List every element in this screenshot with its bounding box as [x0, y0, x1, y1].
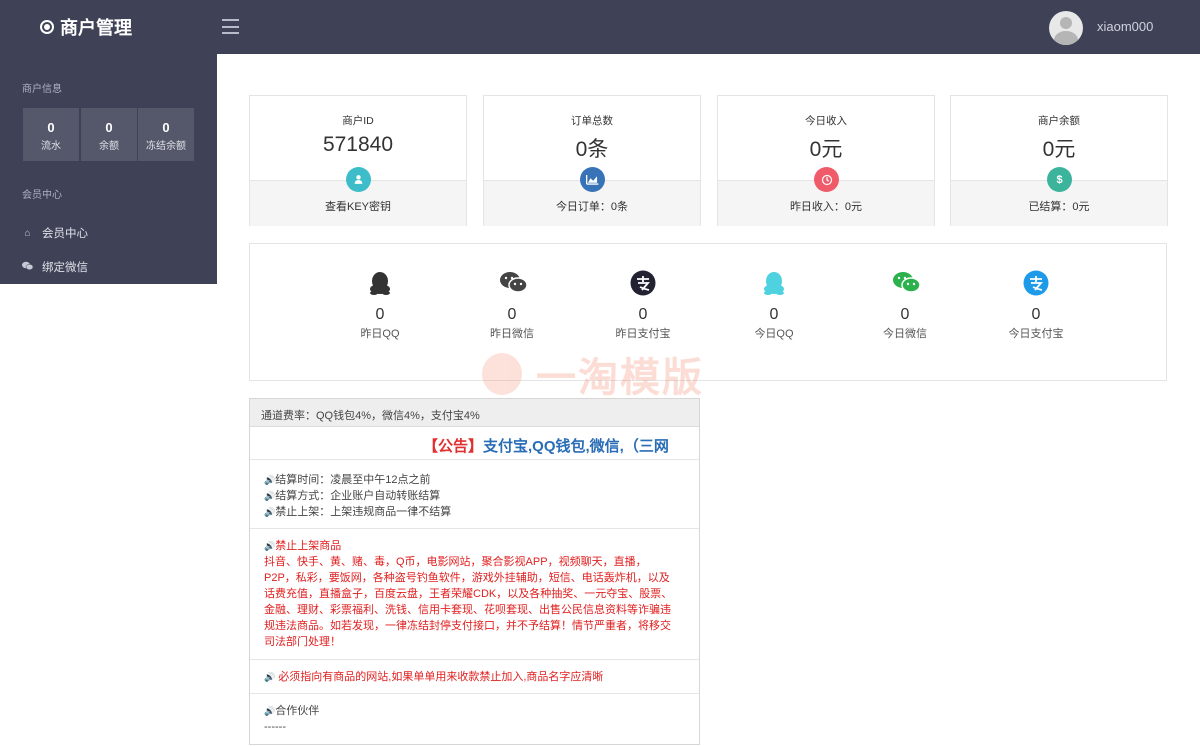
home-icon: ⌂: [24, 227, 31, 239]
pay-value: 0: [375, 306, 385, 323]
speaker-icon: 🔊: [264, 672, 276, 682]
stat-value: 0: [105, 120, 113, 135]
today-wechat: 0 今日微信: [855, 270, 955, 341]
stat-label: 冻结余额: [146, 141, 186, 152]
must-line: 必须指向有商品的网站,如果单单用来收款禁止加入,商品名字应清晰: [278, 671, 604, 683]
pay-label: 昨日支付宝: [615, 328, 671, 340]
settlement-section: 🔊结算时间：凌晨至中午12点之前 🔊结算方式：企业账户自动转账结算 🔊禁止上架：…: [250, 460, 699, 529]
settle-line: 结算时间：凌晨至中午12点之前: [275, 474, 431, 486]
card-value: 0元: [809, 138, 843, 161]
partners-section: 🔊合作伙伴 ------: [250, 694, 699, 744]
brand[interactable]: 商户管理: [40, 0, 132, 54]
must-point-section: 🔊 必须指向有商品的网站,如果单单用来收款禁止加入,商品名字应清晰: [250, 660, 699, 694]
speaker-icon: 🔊: [264, 541, 276, 551]
settle-line: 结算方式：企业账户自动转账结算: [275, 490, 441, 502]
alipay-icon: [630, 270, 656, 296]
chart-icon: [580, 167, 605, 192]
dollar-icon: $: [1047, 167, 1072, 192]
username[interactable]: xiaom000: [1097, 19, 1153, 34]
top-navbar: 商户管理 xiaom000: [0, 0, 1200, 54]
sidebar-item-bind-wechat[interactable]: 绑定微信: [22, 259, 88, 275]
notice-panel: 通道费率：QQ钱包4%，微信4%，支付宝4% 【公告】支付宝,QQ钱包,微信,（…: [249, 398, 700, 745]
today-qq: 0 今日QQ: [724, 270, 824, 341]
stat-label: 余额: [99, 141, 119, 152]
qq-icon: [367, 270, 393, 296]
ban-line: P2P，私彩，要饭网，各种盗号钓鱼软件，游戏外挂辅助，短信、电话轰炸机，以及: [264, 572, 670, 584]
wechat-icon: [892, 270, 921, 296]
pay-value: 0: [638, 306, 648, 323]
card-today-income: 今日收入 0元 昨日收入：0元: [717, 95, 935, 226]
speaker-icon: 🔊: [264, 491, 276, 501]
banned-goods-section: 🔊禁止上架商品 抖音、快手、黄、赌、毒，Q币，电影网站，聚合影视APP，视频聊天…: [250, 529, 699, 660]
ban-line: 抖音、快手、黄、赌、毒，Q币，电影网站，聚合影视APP，视频聊天，直播，: [264, 556, 647, 568]
yesterday-qq: 0 昨日QQ: [330, 270, 430, 341]
brand-logo-icon: [40, 20, 54, 34]
card-value: 571840: [322, 133, 394, 156]
brand-title: 商户管理: [60, 18, 132, 38]
stat-value: 0: [162, 120, 170, 135]
wechat-icon: [499, 270, 528, 296]
speaker-icon: 🔊: [264, 507, 276, 517]
pay-label: 昨日QQ: [360, 328, 400, 340]
card-value: 0元: [1042, 138, 1076, 161]
stat-value: 0: [47, 120, 55, 135]
merchant-info-heading: 商户信息: [22, 84, 62, 95]
yesterday-wechat: 0 昨日微信: [462, 270, 562, 341]
sidebar-item-label: 绑定微信: [42, 262, 88, 274]
card-title: 今日收入: [805, 115, 847, 127]
card-title: 商户余额: [1038, 115, 1080, 127]
clock-icon: [814, 167, 839, 192]
partner-text: ------: [264, 721, 286, 733]
stat-flow: 0 流水: [23, 108, 79, 161]
announcement-tag: 【公告】: [423, 438, 484, 455]
avatar[interactable]: [1049, 11, 1083, 45]
pay-value: 0: [507, 306, 517, 323]
card-merchant-id: 商户ID 571840 查看KEY密钥: [249, 95, 467, 226]
wechat-icon: [22, 261, 34, 274]
user-icon: [346, 167, 371, 192]
pay-label: 今日微信: [883, 328, 927, 340]
ban-title: 禁止上架商品: [275, 540, 342, 552]
pay-value: 0: [769, 306, 779, 323]
ban-line: 金融、理财、彩票福利、洗钱、信用卡套现、花呗套现、出售公民信息资料等诈骗违: [264, 604, 671, 616]
yesterday-alipay: 0 昨日支付宝: [593, 270, 693, 341]
stat-label: 流水: [41, 141, 61, 152]
card-title: 订单总数: [571, 115, 613, 127]
pay-label: 昨日微信: [490, 328, 534, 340]
card-order-total: 订单总数 0条 今日订单：0条: [483, 95, 701, 226]
pay-value: 0: [1031, 306, 1041, 323]
member-center-heading: 会员中心: [22, 190, 62, 201]
channel-rate-header: 通道费率：QQ钱包4%，微信4%，支付宝4%: [250, 399, 699, 427]
sidebar-item-member-center[interactable]: ⌂ 会员中心: [22, 225, 88, 241]
pay-value: 0: [900, 306, 910, 323]
pay-label: 今日QQ: [754, 328, 794, 340]
ban-line: 司法部门处理！: [264, 636, 341, 648]
card-value: 0条: [575, 138, 609, 161]
alipay-icon: [1023, 270, 1049, 296]
ban-line: 规违法商品。如若发现，一律冻结封停支付接口，并不予结算！情节严重者，将移交: [264, 620, 671, 632]
menu-toggle-icon[interactable]: [222, 19, 239, 34]
stat-frozen: 0 冻结余额: [138, 108, 194, 161]
today-alipay: 0 今日支付宝: [986, 270, 1086, 341]
stat-balance: 0 余额: [81, 108, 137, 161]
pay-label: 今日支付宝: [1008, 328, 1064, 340]
announcement-marquee: 【公告】支付宝,QQ钱包,微信,（三网: [250, 427, 699, 460]
partner-title: 合作伙伴: [275, 705, 320, 717]
settle-line: 禁止上架：上架违规商品一律不结算: [275, 506, 452, 518]
ban-line: 话费充值，直播盒子，百度云盘，王者荣耀CDK，以及各种抽奖、一元夺宝、股票、: [264, 588, 673, 600]
speaker-icon: 🔊: [264, 475, 276, 485]
announcement-text: 支付宝,QQ钱包,微信,（三网: [483, 438, 669, 455]
sidebar: 商户信息 0 流水 0 余额 0 冻结余额 会员中心 ⌂ 会员中心 绑定微信: [0, 54, 217, 284]
qq-icon: [761, 270, 787, 296]
card-title: 商户ID: [342, 115, 374, 127]
card-merchant-balance: 商户余额 0元 $ 已结算：0元: [950, 95, 1168, 226]
speaker-icon: 🔊: [264, 706, 276, 716]
payment-stats-panel: 0 昨日QQ 0 昨日微信 0 昨日支付宝 0 今日QQ 0 今日微信 0 今日…: [249, 243, 1167, 381]
sidebar-item-label: 会员中心: [42, 228, 88, 240]
